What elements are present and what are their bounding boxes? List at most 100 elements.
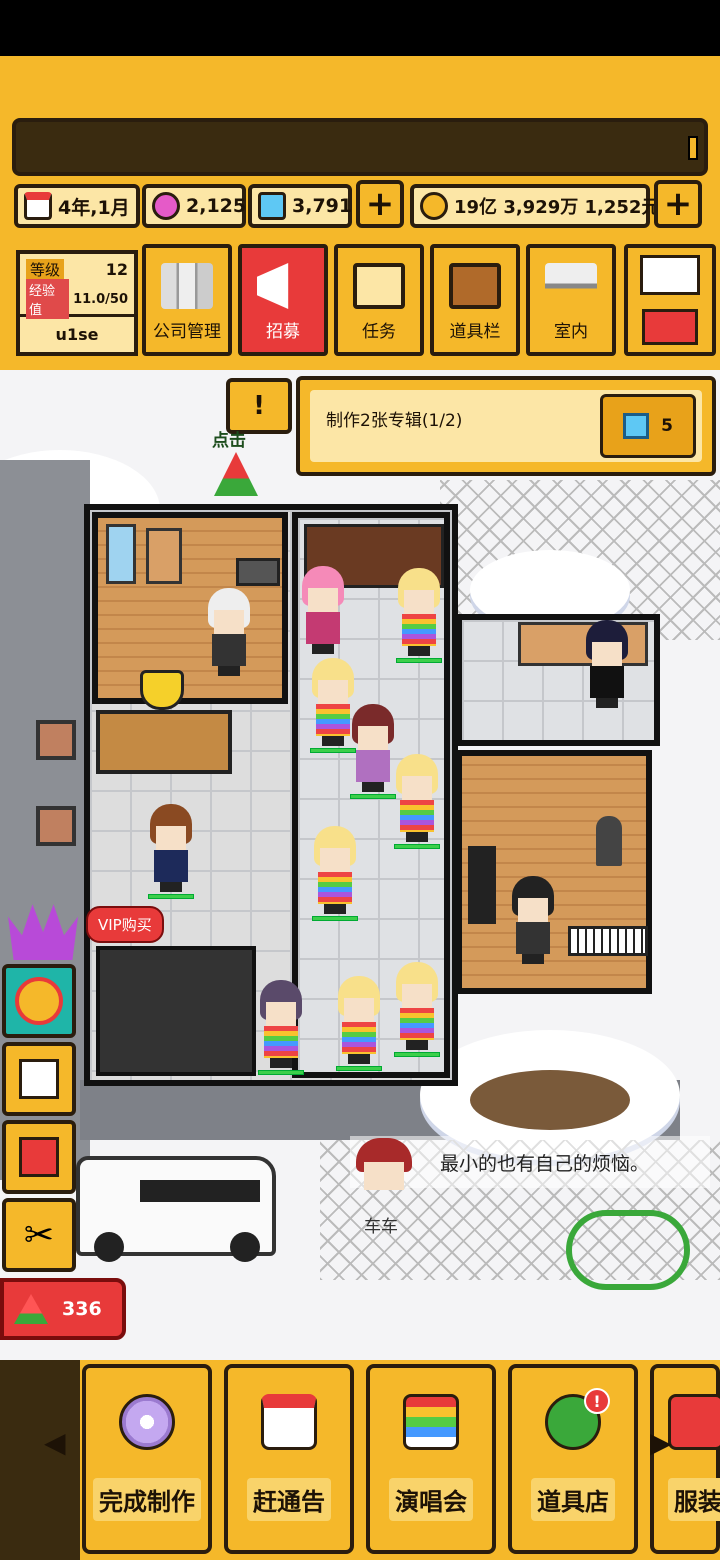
level-value: 12: [105, 259, 128, 279]
water-cooler-icon: [106, 524, 136, 584]
item-shop-label: 道具店: [531, 1478, 615, 1521]
scissors-button[interactable]: ✂: [2, 1198, 76, 1272]
character-trainee[interactable]: [336, 976, 382, 1071]
npc-avatar: [356, 1138, 416, 1202]
blue-gem-counter: 3,791: [248, 184, 352, 228]
microphone-icon: [596, 816, 622, 866]
concert-label: 演唱会: [389, 1478, 473, 1521]
coin-icon: [420, 192, 448, 220]
item-shop-button[interactable]: 道具店: [508, 1364, 638, 1554]
clothes-icon: [668, 1394, 720, 1450]
character-trainee[interactable]: [350, 704, 396, 799]
cd-icon: [119, 1394, 175, 1450]
game-scene[interactable]: [0, 370, 720, 1360]
calendar-icon: [261, 1394, 317, 1450]
roulette-icon: [15, 977, 63, 1025]
character-trainee[interactable]: [258, 980, 304, 1075]
menu-company-button[interactable]: 公司管理: [142, 244, 232, 356]
watermelon-icon: [14, 1294, 48, 1324]
clothing-button[interactable]: 服装: [650, 1364, 720, 1554]
exp-label: 经验值: [26, 279, 70, 319]
watermelon-counter[interactable]: 336: [0, 1278, 126, 1340]
exp-row: 经验值 11.0/50: [20, 279, 134, 319]
chest-icon: [449, 263, 501, 309]
dialog-text: 最小的也有自己的烦恼。: [440, 1152, 650, 1175]
character-trainee[interactable]: [312, 826, 358, 921]
mail-tools-button[interactable]: [624, 244, 716, 356]
complete-production-label: 完成制作: [93, 1478, 201, 1521]
character-chef[interactable]: [206, 588, 252, 680]
schedule-button[interactable]: 赶通告: [224, 1364, 354, 1554]
quest-text: 制作2张专辑(1/2): [326, 411, 463, 431]
character-manager[interactable]: [148, 804, 194, 899]
character-office-staff[interactable]: [584, 620, 630, 712]
scroll-icon: [353, 263, 405, 309]
envelope-icon: [640, 255, 700, 295]
rainbow-stage-icon: [403, 1394, 459, 1450]
click-hint-label: 点击: [212, 431, 246, 451]
announcement-banner[interactable]: [12, 118, 708, 176]
menu-tasks-label: 任务: [362, 322, 396, 342]
chair-icon: [146, 528, 182, 584]
menu-recruit-button[interactable]: 招募: [238, 244, 328, 356]
scroll-right-icon[interactable]: ▶: [650, 1426, 672, 1459]
character-trainee[interactable]: [394, 754, 440, 849]
pink-gem-counter: 2,125: [142, 184, 246, 228]
player-info-panel[interactable]: 等级 12 经验值 11.0/50 u1se: [16, 250, 138, 356]
gift-button[interactable]: [2, 1120, 76, 1194]
calendar-button[interactable]: [2, 1042, 76, 1116]
menu-inventory-label: 道具栏: [449, 322, 501, 342]
clothing-label: 服装: [668, 1478, 720, 1521]
date-text: 4年,1月: [58, 196, 130, 219]
bicycle-icon[interactable]: [566, 1210, 690, 1290]
trophy-icon: [140, 670, 184, 710]
menu-recruit-label: 招募: [266, 322, 300, 342]
scissors-icon: ✂: [23, 1214, 55, 1256]
piano-icon: [568, 926, 648, 956]
complete-production-button[interactable]: 完成制作: [82, 1364, 212, 1554]
radio-icon: [236, 558, 280, 586]
level-label: 等级: [26, 258, 65, 280]
trophy-shelf[interactable]: [96, 710, 232, 774]
roulette-button[interactable]: [2, 964, 76, 1038]
pink-gem-icon: [152, 192, 180, 220]
date-display: 4年,1月: [14, 184, 140, 228]
calendar-icon: [19, 1059, 59, 1099]
player-name: u1se: [20, 314, 134, 352]
paint-roller-icon: [545, 263, 597, 309]
calendar-icon: [24, 192, 52, 220]
gift-icon: [19, 1137, 59, 1177]
exp-value: 11.0/50: [73, 291, 128, 307]
menu-inventory-button[interactable]: 道具栏: [430, 244, 520, 356]
money-value: 19亿 3,929万 1,252元: [454, 197, 660, 218]
character-producer[interactable]: [510, 876, 556, 968]
sofa-area[interactable]: [96, 946, 256, 1076]
concert-button[interactable]: 演唱会: [366, 1364, 496, 1554]
menu-tasks-button[interactable]: 任务: [334, 244, 424, 356]
add-gems-button[interactable]: +: [356, 180, 404, 228]
money-counter: 19亿 3,929万 1,252元: [410, 184, 659, 228]
pink-gem-value: 2,125: [186, 195, 247, 217]
building-icon: [161, 263, 213, 309]
schedule-label: 赶通告: [247, 1478, 331, 1521]
quest-reward: 5: [600, 394, 696, 458]
van-icon[interactable]: [76, 1156, 276, 1262]
vip-purchase-button[interactable]: VIP购买: [86, 906, 164, 943]
character-pink-hair[interactable]: [300, 566, 346, 658]
menu-interior-button[interactable]: 室内: [526, 244, 616, 356]
character-trainee[interactable]: [396, 568, 442, 663]
banner-scroll-icon: [688, 136, 698, 160]
character-trainee[interactable]: [394, 962, 440, 1057]
npc-name: 车车: [364, 1217, 398, 1237]
item-shop-badge: !: [584, 1388, 610, 1414]
hammer-icon: [642, 309, 698, 345]
quest-reward-value: 5: [661, 416, 673, 436]
scroll-left-icon[interactable]: ◀: [44, 1426, 66, 1459]
quest-panel[interactable]: 制作2张专辑(1/2) 5: [296, 376, 716, 476]
menu-company-label: 公司管理: [153, 322, 221, 342]
megaphone-icon: [257, 263, 289, 309]
add-money-button[interactable]: +: [654, 180, 702, 228]
watermelon-count: 336: [62, 1298, 102, 1320]
menu-interior-label: 室内: [554, 322, 588, 342]
lounge-room[interactable]: [92, 512, 288, 704]
